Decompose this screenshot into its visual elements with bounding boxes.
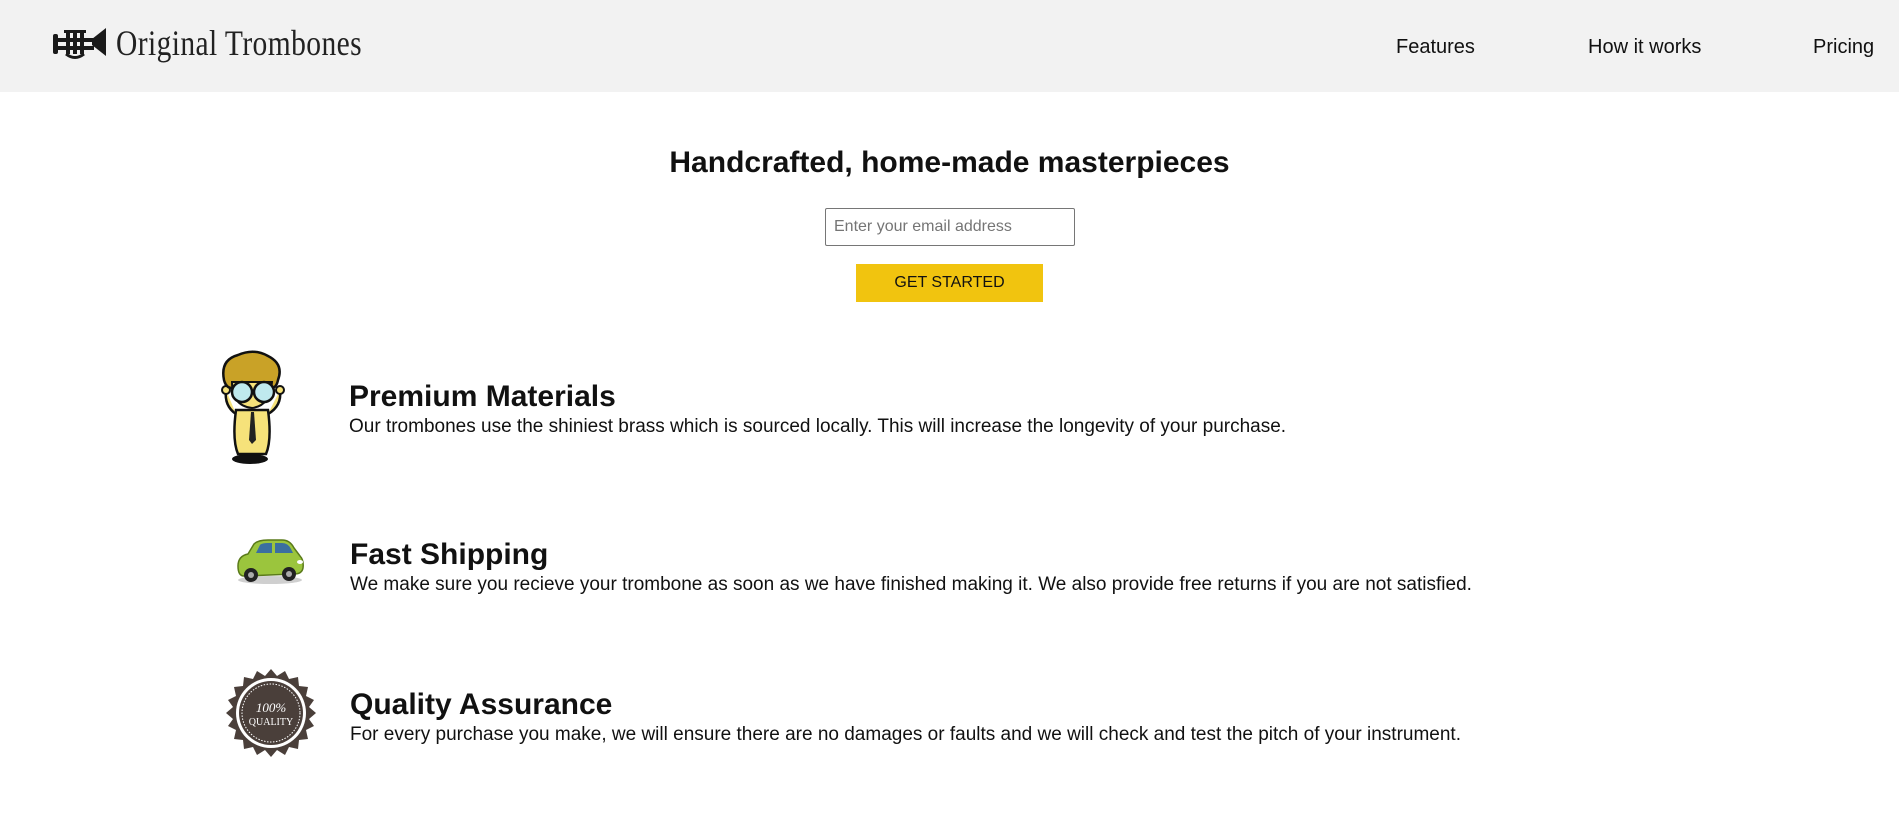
get-started-button[interactable]: GET STARTED [856, 264, 1043, 302]
feature-text-premium-materials: Our trombones use the shiniest brass whi… [349, 416, 1287, 437]
hero-title: Handcrafted, home-made masterpieces [669, 146, 1230, 179]
feature-title-premium-materials: Premium Materials [349, 380, 616, 413]
scientist-icon [221, 350, 285, 464]
feature-text-fast-shipping: We make sure you recieve your trombone a… [350, 574, 1472, 595]
nav-how-it-works[interactable]: How it works [1588, 36, 1701, 59]
quality-seal-icon: 100% QUALITY [226, 669, 316, 757]
nav-pricing[interactable]: Pricing [1813, 36, 1874, 59]
logo[interactable]: Original Trombones [52, 22, 416, 64]
site-header: Original Trombones Features How it works… [0, 0, 1899, 92]
seal-percent-text: 100% [256, 700, 287, 715]
logo-text: Original Trombones [116, 23, 363, 63]
feature-text-quality-assurance: For every purchase you make, we will ens… [350, 724, 1461, 745]
nav-features[interactable]: Features [1396, 36, 1475, 59]
email-input[interactable] [825, 208, 1075, 246]
feature-title-quality-assurance: Quality Assurance [350, 688, 613, 721]
seal-quality-text: QUALITY [249, 717, 293, 728]
trombone-icon [53, 28, 106, 59]
car-icon [237, 539, 304, 584]
feature-title-fast-shipping: Fast Shipping [350, 538, 549, 571]
